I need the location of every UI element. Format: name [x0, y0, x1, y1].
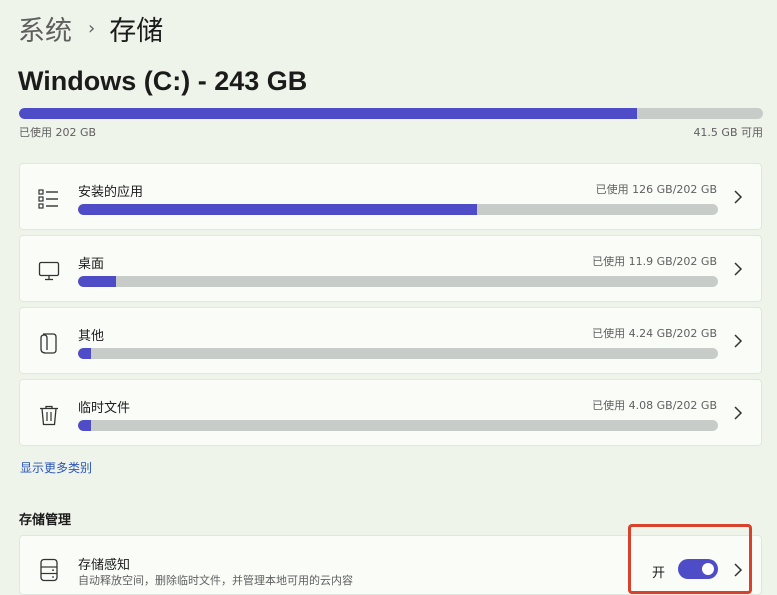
category-usage-bar [78, 204, 718, 215]
category-usage-fill [78, 348, 92, 359]
category-temporary-files[interactable]: 临时文件 已使用 4.08 GB/202 GB [19, 379, 762, 446]
category-usage-fill [78, 420, 91, 431]
chevron-right-icon [734, 334, 743, 348]
category-usage: 已使用 4.24 GB/202 GB [592, 327, 717, 340]
drive-usage-bar [19, 108, 763, 119]
category-desktop[interactable]: 桌面 已使用 11.9 GB/202 GB [19, 235, 762, 302]
chevron-right-icon [734, 262, 743, 276]
category-label: 桌面 [78, 257, 105, 272]
storage-sense-description: 自动释放空间，删除临时文件，并管理本地可用的云内容 [78, 574, 353, 587]
category-usage-fill [78, 276, 116, 287]
category-other[interactable]: 其他 已使用 4.24 GB/202 GB [19, 307, 762, 374]
drive-free-label: 41.5 GB 可用 [693, 126, 763, 139]
chevron-right-icon [734, 190, 743, 204]
drive-used-label: 已使用 202 GB [19, 126, 97, 139]
category-usage-fill [78, 204, 478, 215]
category-usage: 已使用 4.08 GB/202 GB [592, 399, 717, 412]
storage-management-heading: 存储管理 [19, 513, 72, 528]
storage-sense-toggle[interactable] [678, 559, 718, 579]
list-icon [38, 189, 58, 209]
category-label: 临时文件 [78, 401, 131, 416]
page-title: 存储 [109, 15, 164, 47]
category-usage: 已使用 126 GB/202 GB [595, 183, 717, 196]
category-installed-apps[interactable]: 安装的应用 已使用 126 GB/202 GB [19, 163, 762, 230]
storage-sense-card[interactable]: 存储感知 自动释放空间，删除临时文件，并管理本地可用的云内容 开 [19, 535, 762, 595]
document-icon [40, 333, 57, 354]
breadcrumb: 系统 › 存储 [18, 9, 164, 48]
monitor-icon [38, 261, 60, 281]
drive-title: Windows (C:) - 243 GB [18, 66, 308, 96]
category-usage: 已使用 11.9 GB/202 GB [592, 255, 717, 268]
drive-usage-fill [19, 108, 638, 119]
breadcrumb-separator: › [88, 17, 96, 39]
category-label: 其他 [78, 329, 105, 344]
show-more-categories-link[interactable]: 显示更多类别 [20, 459, 92, 476]
category-usage-bar [78, 420, 718, 431]
trash-icon [40, 405, 58, 426]
chevron-right-icon [734, 563, 743, 577]
chevron-right-icon [734, 406, 743, 420]
toggle-knob [702, 563, 714, 575]
breadcrumb-parent-system[interactable]: 系统 [18, 9, 72, 48]
drive-icon [40, 558, 58, 582]
storage-sense-state: 开 [652, 566, 666, 581]
category-usage-bar [78, 276, 718, 287]
category-label: 安装的应用 [78, 185, 144, 200]
category-usage-bar [78, 348, 718, 359]
storage-sense-label: 存储感知 [78, 558, 131, 573]
